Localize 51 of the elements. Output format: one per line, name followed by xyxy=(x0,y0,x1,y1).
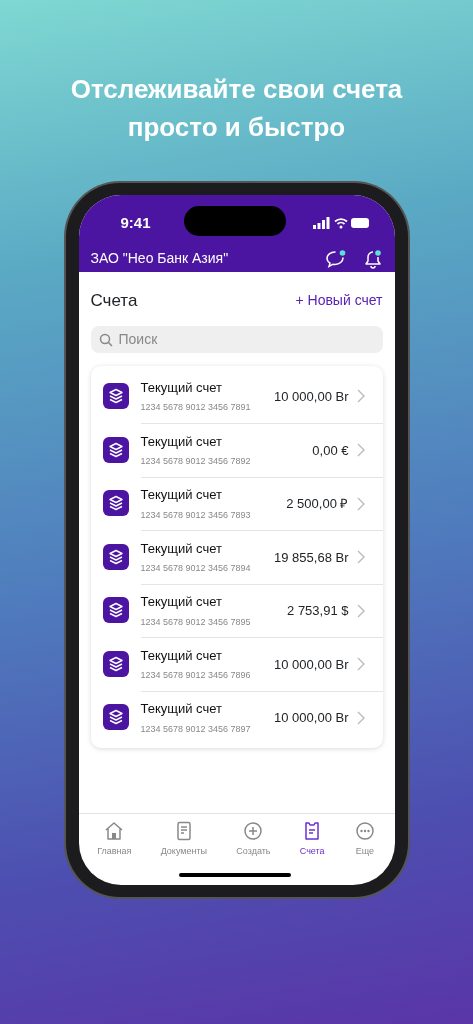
account-balance: 10 000,00 Br xyxy=(274,387,349,406)
account-name: Текущий счет xyxy=(140,432,223,451)
headline: Отслеживайте свои счета просто и быстро xyxy=(69,73,404,144)
chevron-right-icon[interactable] xyxy=(356,443,365,458)
tab-item[interactable]: Счета xyxy=(299,820,325,885)
account-number: 1234 5678 9012 3456 7897 xyxy=(140,722,251,736)
chevron-right-icon[interactable] xyxy=(356,710,365,725)
account-number: 1234 5678 9012 3456 7896 xyxy=(140,669,251,683)
account-name: Текущий счет xyxy=(140,700,223,719)
layers-icon xyxy=(107,495,124,512)
account-number: 1234 5678 9012 3456 7891 xyxy=(140,401,251,415)
tab-item[interactable]: Документы xyxy=(160,820,208,885)
layers-icon xyxy=(107,602,124,619)
account-balance: 2 500,00 ₽ xyxy=(286,495,349,513)
layers-icon xyxy=(107,709,124,726)
bank-name: ЗАО "Нео Банк Азия" xyxy=(90,249,229,268)
chevron-right-icon[interactable] xyxy=(356,657,365,672)
chevron-right-icon[interactable] xyxy=(356,550,365,565)
account-balance: 19 855,68 Br xyxy=(274,548,349,567)
layers-icon xyxy=(107,388,124,405)
page-title: Счета xyxy=(90,290,138,312)
account-balance: 0,00 € xyxy=(312,441,349,460)
status-icons xyxy=(312,217,371,229)
search-field[interactable]: Поиск xyxy=(90,325,383,353)
account-name: Текущий счет xyxy=(140,539,223,558)
tab-item[interactable]: Создать xyxy=(236,820,271,885)
account-balance: 2 753,91 $ xyxy=(287,602,349,620)
layers-icon xyxy=(107,655,124,672)
account-number: 1234 5678 9012 3456 7894 xyxy=(140,562,251,576)
account-name: Текущий счет xyxy=(140,646,223,665)
chevron-right-icon[interactable] xyxy=(356,496,365,511)
new-account-link[interactable]: + Новый счет xyxy=(295,290,383,312)
bell-icon[interactable] xyxy=(362,248,383,269)
tab-item[interactable]: Еще xyxy=(353,820,376,885)
more-icon xyxy=(353,820,376,842)
layers-icon xyxy=(107,441,124,458)
tab-item[interactable]: Главная xyxy=(97,820,132,885)
status-time: 9:41 xyxy=(120,212,151,233)
chevron-right-icon[interactable] xyxy=(356,603,365,618)
account-balance: 10 000,00 Br xyxy=(274,709,349,727)
account-number: 1234 5678 9012 3456 7892 xyxy=(140,455,251,469)
account-balance: 10 000,00 Br xyxy=(274,655,349,674)
account-name: Текущий счет xyxy=(140,486,223,505)
chevron-right-icon[interactable] xyxy=(356,389,365,404)
account-number: 1234 5678 9012 3456 7893 xyxy=(140,508,251,522)
account-name: Текущий счет xyxy=(140,593,223,612)
chat-icon[interactable] xyxy=(324,248,347,269)
account-name: Текущий счет xyxy=(140,378,223,397)
layers-icon xyxy=(107,548,124,565)
plus-circle-icon xyxy=(242,820,265,842)
account-number: 1234 5678 9012 3456 7895 xyxy=(140,615,251,629)
